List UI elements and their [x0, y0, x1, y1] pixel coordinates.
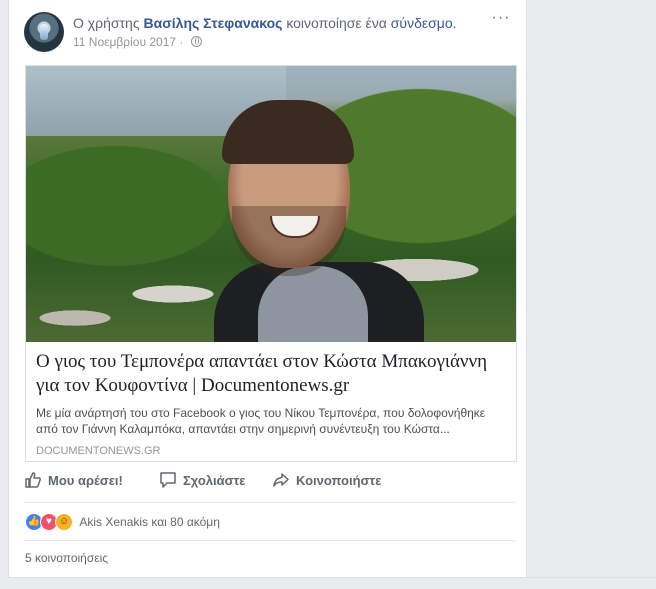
more-options-button[interactable]: ···	[490, 10, 512, 30]
link-domain: DOCUMENTONEWS.GR	[36, 445, 161, 457]
thumbs-up-icon	[25, 472, 41, 488]
reactions-summary[interactable]: 👍 ♥ ☺ Akis Xenakis και 80 ακόμη	[25, 513, 220, 531]
divider	[24, 502, 516, 503]
post-card: Ο χρήστης Βασίλης Στεφανακος κοινοποίησε…	[8, 0, 527, 588]
post-meta: 11 Νοεμβρίου 2017 ·	[73, 35, 202, 49]
feed-gap	[8, 577, 656, 589]
headline-prefix: Ο χρήστης	[73, 15, 140, 31]
avatar[interactable]	[24, 12, 64, 52]
shared-link-text[interactable]: σύνδεσμο	[391, 15, 453, 31]
post-header: Ο χρήστης Βασίλης Στεφανακος κοινοποίησε…	[24, 10, 516, 56]
comment-label: Σχολιάστε	[183, 473, 246, 488]
reactions-text[interactable]: Akis Xenakis και 80 ακόμη	[79, 515, 220, 529]
comment-icon	[160, 472, 176, 488]
headline-action: κοινοποίησε ένα	[286, 15, 387, 31]
haha-icon: ☺	[55, 513, 73, 531]
shares-count[interactable]: 5 κοινοποιήσεις	[25, 551, 108, 565]
link-preview-text[interactable]: Ο γιος του Τεμπονέρα απαντάει στον Κώστα…	[36, 350, 506, 457]
link-preview-image[interactable]	[26, 66, 516, 342]
divider	[24, 540, 516, 541]
link-description: Με μία ανάρτησή του στο Facebook ο γιος …	[36, 406, 486, 436]
link-preview[interactable]: Ο γιος του Τεμπονέρα απαντάει στον Κώστα…	[25, 65, 517, 462]
globe-icon[interactable]	[190, 36, 202, 47]
post-headline: Ο χρήστης Βασίλης Στεφανακος κοινοποίησε…	[73, 15, 457, 31]
share-label: Κοινοποιήστε	[296, 473, 382, 488]
share-arrow-icon	[273, 473, 289, 487]
post-actions: Μου αρέσει! Σχολιάστε Κοινοποιήστε	[24, 470, 514, 494]
headline-suffix: .	[452, 15, 457, 31]
author-name[interactable]: Βασίλης Στεφανακος	[143, 15, 282, 31]
post-date[interactable]: 11 Νοεμβρίου 2017 ·	[73, 35, 183, 49]
like-label: Μου αρέσει!	[48, 473, 123, 488]
link-title[interactable]: Ο γιος του Τεμπονέρα απαντάει στον Κώστα…	[36, 350, 506, 398]
avatar-image	[40, 24, 48, 40]
